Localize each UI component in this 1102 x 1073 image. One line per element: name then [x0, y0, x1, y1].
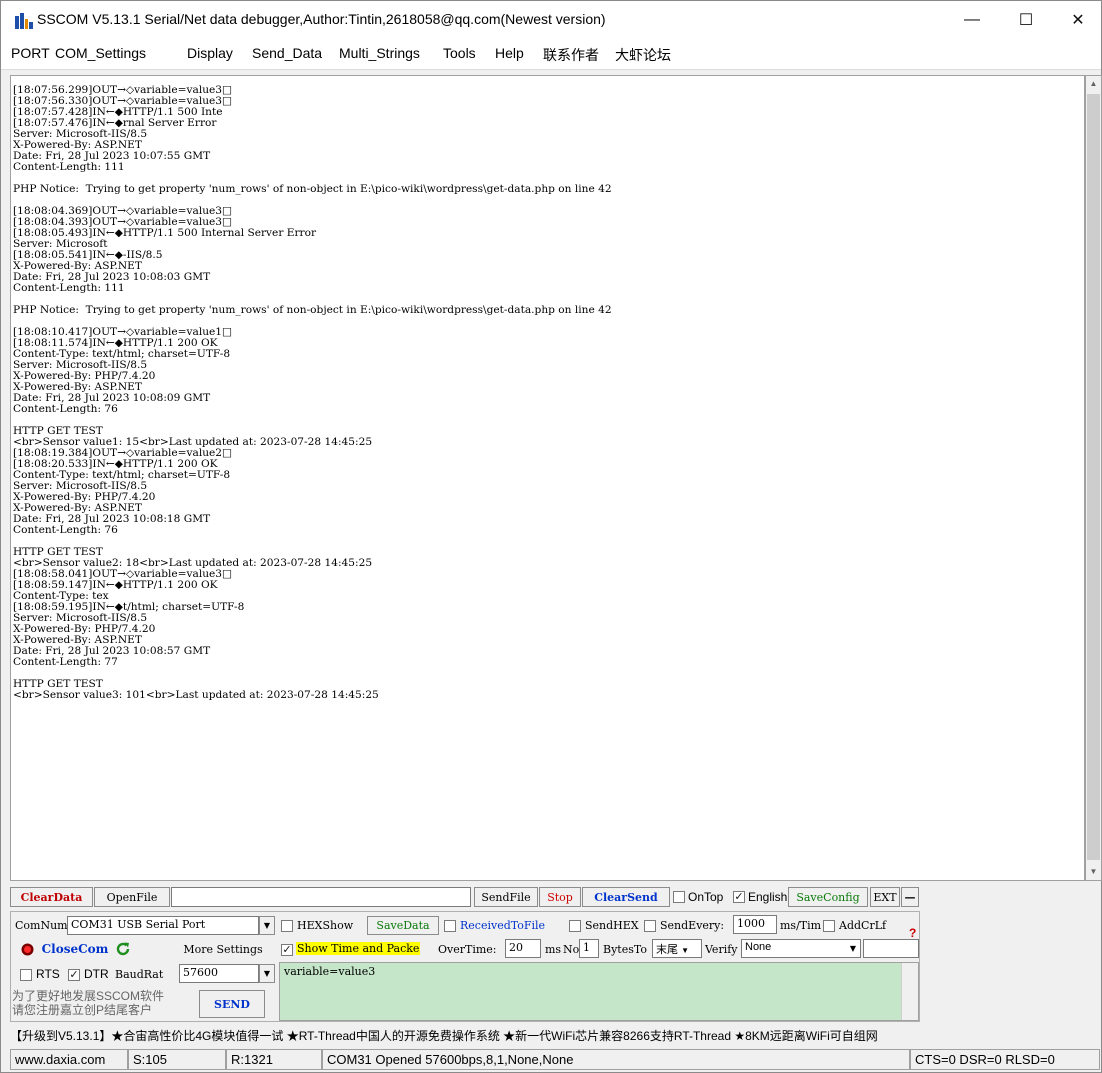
tail-value: 末尾	[656, 944, 678, 956]
clear-send-button[interactable]: ClearSend	[582, 887, 670, 907]
baud-rate-select[interactable]: 57600	[179, 964, 259, 983]
com-num-label: ComNum	[15, 919, 68, 932]
ms-tim-label: ms/Tim	[780, 919, 822, 932]
tail-dropdown-icon: ▼	[681, 946, 689, 955]
show-time-label: Show Time and Packe	[296, 942, 421, 955]
title-bar: SSCOM V5.13.1 Serial/Net data debugger,A…	[1, 1, 1101, 39]
menu-send-data[interactable]: Send_Data	[252, 45, 322, 61]
on-top-label: OnTop	[688, 890, 724, 904]
status-lines: CTS=0 DSR=0 RLSD=0	[910, 1049, 1100, 1070]
save-data-button[interactable]: SaveData	[367, 916, 439, 935]
receive-terminal[interactable]: [18:07:56.299]OUT→◇variable=value3□ [18:…	[10, 75, 1085, 881]
send-button[interactable]: SEND	[199, 990, 265, 1018]
verify-label: Verify	[705, 943, 738, 956]
port-status-icon	[21, 943, 34, 956]
close-button[interactable]: ✕	[1055, 1, 1101, 39]
terminal-scrollbar[interactable]: ▲ ▼	[1085, 75, 1102, 881]
dtr-label: DTR	[84, 967, 109, 981]
menu-port[interactable]: PORT	[11, 45, 50, 61]
on-top-checkbox[interactable]	[673, 891, 685, 903]
open-file-button[interactable]: OpenFile	[94, 887, 170, 907]
over-time-input[interactable]: 20	[505, 939, 541, 958]
maximize-button[interactable]: ☐	[1003, 1, 1049, 39]
register-promo[interactable]: 为了更好地发展SSCOM软件 请您注册嘉立创P结尾客户	[12, 989, 164, 1017]
send-text-area[interactable]: variable=value3	[279, 962, 919, 1021]
close-com-button[interactable]: CloseCom	[37, 939, 113, 959]
scroll-thumb[interactable]	[1087, 94, 1100, 860]
verify-extra-input[interactable]	[863, 939, 919, 958]
promo-ticker[interactable]: 【升级到V5.13.1】★合宙高性价比4G模块值得一试 ★RT-Thread中国…	[10, 1027, 1100, 1047]
send-area-scrollbar[interactable]	[901, 963, 918, 1020]
add-crlf-label: AddCrLf	[839, 919, 887, 932]
send-hex-checkbox[interactable]	[569, 920, 581, 932]
save-config-button[interactable]: SaveConfig	[788, 887, 868, 907]
app-logo-icon	[15, 13, 33, 29]
bytes-to-label: BytesTo	[603, 943, 647, 956]
send-hex-label: SendHEX	[585, 919, 639, 932]
menu-multi-strings[interactable]: Multi_Strings	[339, 45, 420, 61]
menu-display[interactable]: Display	[187, 45, 233, 61]
hex-show-label: HEXShow	[297, 919, 354, 932]
minimize-button[interactable]: —	[949, 1, 995, 39]
collapse-button[interactable]: —	[901, 887, 919, 907]
send-every-label: SendEvery:	[660, 919, 725, 932]
show-time-checkbox[interactable]: ✓	[281, 944, 293, 956]
send-file-button[interactable]: SendFile	[474, 887, 538, 907]
received-to-file-label: ReceivedToFile	[460, 919, 546, 932]
help-icon[interactable]: ?	[909, 926, 916, 940]
file-path-input[interactable]	[171, 887, 471, 907]
settings-panel: ComNum COM31 USB Serial Port ▼ HEXShow S…	[10, 911, 920, 1022]
menu-com-settings[interactable]: COM_Settings	[55, 45, 146, 61]
status-sent-count: S:105	[128, 1049, 226, 1070]
send-text: variable=value3	[284, 965, 376, 978]
no-label: No	[563, 943, 580, 956]
promo-line-1: 为了更好地发展SSCOM软件	[12, 989, 165, 1003]
scroll-up-icon[interactable]: ▲	[1086, 76, 1101, 92]
more-settings-button[interactable]: More Settings	[173, 939, 273, 959]
hex-show-checkbox[interactable]	[281, 920, 293, 932]
add-crlf-checkbox[interactable]	[823, 920, 835, 932]
status-port: COM31 Opened 57600bps,8,1,None,None	[322, 1049, 910, 1070]
dtr-checkbox[interactable]: ✓	[68, 969, 80, 981]
promo-line-2: 请您注册嘉立创P结尾客户	[12, 1003, 153, 1017]
baud-dropdown-icon[interactable]: ▼	[259, 964, 275, 983]
verify-dropdown-icon[interactable]: ▼	[845, 940, 861, 957]
com-port-dropdown-icon[interactable]: ▼	[259, 916, 275, 935]
baud-rate-label: BaudRat	[115, 968, 164, 981]
clear-data-button[interactable]: ClearData	[10, 887, 93, 907]
status-website[interactable]: www.daxia.com	[10, 1049, 128, 1070]
menu-forum[interactable]: 大虾论坛	[615, 45, 671, 65]
menu-contact-author[interactable]: 联系作者	[543, 45, 599, 65]
english-checkbox[interactable]: ✓	[733, 891, 745, 903]
app-window: SSCOM V5.13.1 Serial/Net data debugger,A…	[0, 0, 1102, 1073]
no-input[interactable]: 1	[579, 939, 599, 958]
ext-button[interactable]: EXT	[870, 887, 900, 907]
menu-bar: PORT COM_Settings Display Send_Data Mult…	[1, 39, 1101, 70]
english-label: English	[748, 890, 788, 904]
refresh-icon[interactable]	[115, 941, 131, 957]
verify-select[interactable]: None	[741, 939, 861, 958]
com-port-select[interactable]: COM31 USB Serial Port	[67, 916, 259, 935]
rts-checkbox[interactable]	[20, 969, 32, 981]
rts-label: RTS	[36, 967, 60, 981]
tail-select[interactable]: 末尾 ▼	[652, 939, 702, 958]
send-every-checkbox[interactable]	[644, 920, 656, 932]
menu-tools[interactable]: Tools	[443, 45, 476, 61]
over-time-label: OverTime:	[438, 943, 497, 956]
received-to-file-checkbox[interactable]	[444, 920, 456, 932]
send-every-input[interactable]: 1000	[733, 915, 777, 934]
scroll-down-icon[interactable]: ▼	[1086, 864, 1101, 880]
stop-button[interactable]: Stop	[539, 887, 581, 907]
receive-log: [18:07:56.299]OUT→◇variable=value3□ [18:…	[13, 84, 612, 701]
status-bar: www.daxia.com S:105 R:1321 COM31 Opened …	[10, 1049, 1100, 1071]
window-title: SSCOM V5.13.1 Serial/Net data debugger,A…	[37, 11, 606, 27]
status-received-count: R:1321	[226, 1049, 322, 1070]
menu-help[interactable]: Help	[495, 45, 524, 61]
file-toolbar: ClearData OpenFile SendFile Stop ClearSe…	[10, 887, 920, 909]
ms-label: ms	[545, 943, 562, 956]
